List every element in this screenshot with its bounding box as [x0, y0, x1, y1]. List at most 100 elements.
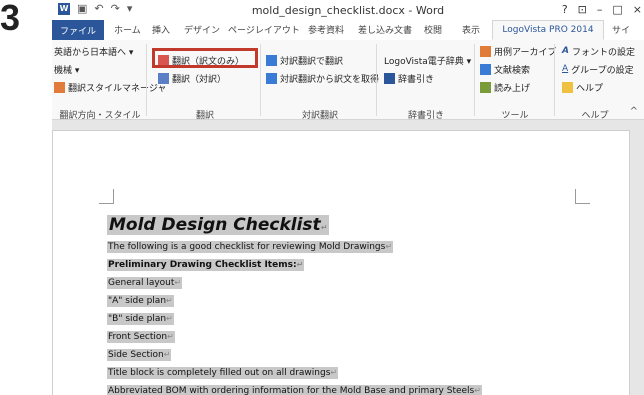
tab-mailings[interactable]: 差し込み文書 — [358, 23, 412, 36]
document-line: Front Section↵ — [107, 331, 175, 343]
paragraph-mark: ↵ — [167, 332, 174, 341]
tab-page-layout[interactable]: ページレイアウト — [228, 23, 300, 36]
document-line-text: Front Section — [108, 332, 168, 342]
translate-bilingual-icon — [158, 72, 169, 84]
ribbon-tabs: ファイル ホーム 挿入 デザイン ページレイアウト 参考資料 差し込み文書 校閲… — [52, 20, 644, 41]
step-number: 3 — [0, 0, 21, 38]
style-manager-label: 翻訳スタイルマネージャ — [68, 83, 167, 94]
tab-review[interactable]: 校閲 — [424, 23, 442, 36]
translate-bilingual-button[interactable]: 翻訳（対訳） — [158, 71, 226, 85]
search-icon — [480, 63, 491, 75]
paragraph-mark: ↵ — [385, 242, 393, 251]
document-area: Mold Design Checklist↵ The following is … — [52, 120, 644, 395]
document-line: Preliminary Drawing Checklist Items:↵ — [107, 259, 305, 271]
group-settings-label: グループの設定 — [571, 65, 634, 76]
maximize-button[interactable]: □ — [612, 3, 622, 16]
ribbon: 英語から日本語へ ▾ 機械 ▾ 翻訳スタイルマネージャ 翻訳方向・スタイル 翻訳… — [52, 40, 644, 121]
document-line-text: General layout — [108, 278, 175, 288]
example-archive-button[interactable]: 用例アーカイブ — [480, 44, 556, 58]
close-button[interactable]: × — [633, 3, 642, 16]
paragraph-mark: ↵ — [166, 296, 173, 305]
mode-label: 機械 ▾ — [54, 65, 80, 76]
help-ribbon-label: ヘルプ — [576, 83, 604, 94]
document-line-text: The following is a good checklist for re… — [108, 242, 386, 252]
tab-home[interactable]: ホーム — [114, 23, 141, 36]
document-body[interactable]: Mold Design Checklist↵ The following is … — [107, 215, 607, 395]
get-translation-icon — [266, 72, 277, 84]
group-settings-icon: A — [562, 64, 569, 74]
document-lines: The following is a good checklist for re… — [107, 241, 607, 395]
font-icon: A — [562, 46, 569, 56]
paragraph-mark: ↵ — [320, 223, 328, 232]
dictionary-icon — [384, 72, 395, 84]
window-controls: ? ⊡ – □ × — [562, 3, 642, 16]
document-title: Mold Design Checklist↵ — [107, 215, 330, 235]
divider — [376, 44, 377, 116]
bilingual-translate-label: 対訳翻訳で翻訳 — [280, 56, 344, 67]
highlight-box — [152, 48, 258, 68]
minimize-button[interactable]: – — [597, 3, 603, 16]
window-title: mold_design_checklist.docx - Word — [251, 4, 445, 17]
paragraph-mark: ↵ — [163, 350, 171, 359]
tab-view[interactable]: 表示 — [462, 23, 480, 36]
document-line: Title block is completely filled out on … — [107, 367, 339, 379]
speaker-icon — [480, 81, 491, 93]
tab-file[interactable]: ファイル — [52, 20, 104, 40]
help-ribbon-button[interactable]: ヘルプ — [562, 80, 603, 94]
tab-references[interactable]: 参考資料 — [308, 23, 344, 36]
help-button[interactable]: ? — [562, 3, 568, 16]
literature-search-button[interactable]: 文献検索 — [480, 62, 530, 76]
document-line: Abbreviated BOM with ordering informatio… — [107, 385, 482, 395]
document-line-text: Abbreviated BOM with ordering informatio… — [108, 386, 475, 395]
document-page: Mold Design Checklist↵ The following is … — [52, 130, 630, 395]
document-line-text: "B" side plan — [108, 314, 167, 324]
get-translation-button[interactable]: 対訳翻訳から訳文を取得 — [266, 71, 379, 85]
document-line-text: Side Section — [108, 350, 164, 360]
read-aloud-button[interactable]: 読み上げ — [480, 80, 530, 94]
font-settings-label: フォントの設定 — [571, 47, 635, 58]
tab-design[interactable]: デザイン — [184, 23, 220, 36]
dictionary-label: LogoVista電子辞典 ▾ — [384, 56, 472, 67]
document-line-text: "A" side plan — [108, 296, 167, 306]
direction-label: 英語から日本語へ ▾ — [54, 47, 134, 58]
example-archive-label: 用例アーカイブ — [494, 47, 557, 58]
dictionary-dropdown[interactable]: LogoVista電子辞典 ▾ — [384, 53, 471, 67]
divider — [146, 44, 147, 116]
document-line: "B" side plan↵ — [107, 313, 174, 325]
get-translation-label: 対訳翻訳から訳文を取得 — [280, 74, 380, 85]
document-line-text: Preliminary Drawing Checklist Items: — [108, 260, 297, 270]
margin-mark — [99, 189, 114, 204]
collapse-ribbon-icon[interactable]: ^ — [630, 106, 638, 117]
margin-mark — [575, 189, 590, 204]
document-line-text: Title block is completely filled out on … — [108, 368, 331, 378]
ribbon-display-button[interactable]: ⊡ — [578, 3, 587, 16]
archive-icon — [480, 45, 491, 57]
divider — [474, 44, 475, 116]
paragraph-mark: ↵ — [474, 386, 481, 395]
tab-overflow[interactable]: サイ — [612, 23, 630, 36]
divider — [554, 44, 555, 116]
paragraph-mark: ↵ — [174, 278, 182, 287]
font-settings-button[interactable]: A フォントの設定 — [562, 44, 635, 58]
dictionary-lookup-button[interactable]: 辞書引き — [384, 71, 434, 85]
title-bar: W ▣ ↶ ↷ ▾ mold_design_checklist.docx - W… — [52, 0, 644, 20]
document-line: General layout↵ — [107, 277, 183, 289]
bilingual-translate-icon — [266, 54, 277, 66]
bilingual-translate-button[interactable]: 対訳翻訳で翻訳 — [266, 53, 343, 67]
read-aloud-label: 読み上げ — [494, 83, 531, 94]
tab-insert[interactable]: 挿入 — [152, 23, 170, 36]
document-line: "A" side plan↵ — [107, 295, 174, 307]
paragraph-mark: ↵ — [296, 260, 304, 269]
style-manager-button[interactable]: 翻訳スタイルマネージャ — [54, 80, 166, 94]
style-manager-icon — [54, 81, 65, 93]
direction-dropdown[interactable]: 英語から日本語へ ▾ — [54, 44, 133, 58]
literature-search-label: 文献検索 — [494, 65, 531, 76]
document-line: Side Section↵ — [107, 349, 172, 361]
document-line: The following is a good checklist for re… — [107, 241, 394, 253]
document-title-text: Mold Design Checklist — [109, 215, 321, 235]
tab-logovista[interactable]: LogoVista PRO 2014 — [492, 20, 604, 40]
group-settings-button[interactable]: A グループの設定 — [562, 62, 634, 76]
translate-bilingual-label: 翻訳（対訳） — [172, 74, 227, 85]
help-icon — [562, 81, 573, 93]
mode-dropdown[interactable]: 機械 ▾ — [54, 62, 79, 76]
